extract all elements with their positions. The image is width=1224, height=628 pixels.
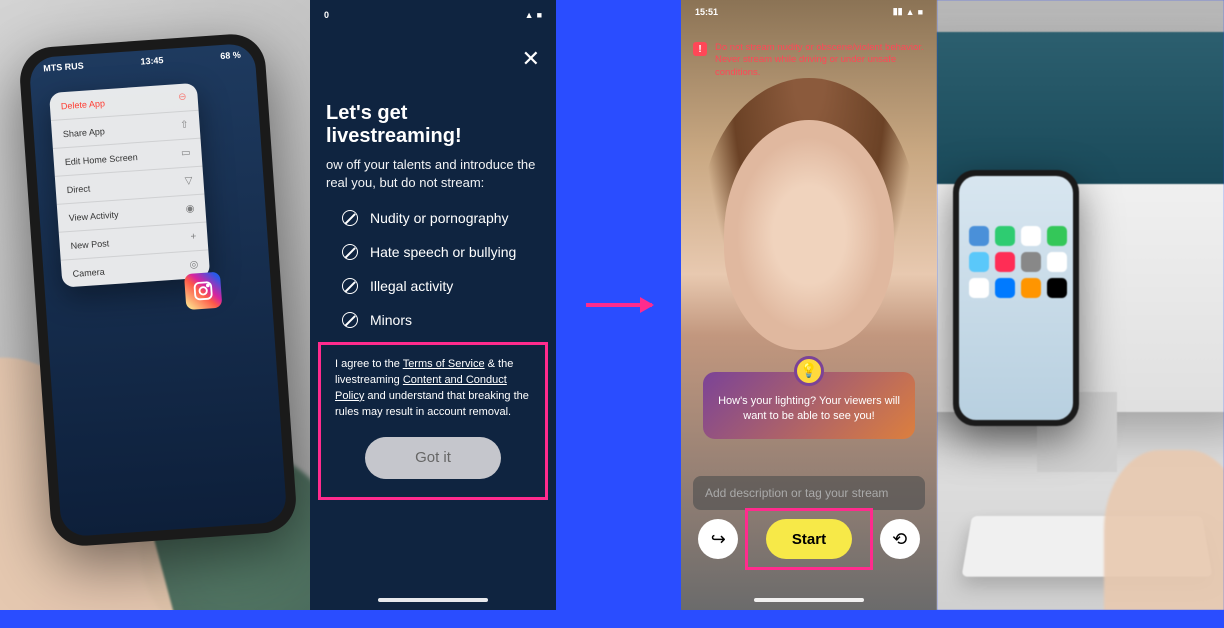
- agreement-highlight-box: I agree to the Terms of Service & the li…: [318, 342, 548, 500]
- arrow-connector: [556, 0, 681, 610]
- app-icon[interactable]: [1047, 252, 1067, 272]
- panel-phone-context-menu: MTS RUS 13:45 68 % Delete App⊖ Share App…: [0, 0, 310, 610]
- close-button[interactable]: ✕: [522, 46, 540, 72]
- camera-icon: ◎: [189, 259, 198, 271]
- page-subtitle: ow off your talents and introduce the re…: [326, 156, 540, 192]
- status-bar: 15:51 ▮▮▲■: [681, 0, 937, 23]
- flip-camera-icon: ⟲: [892, 529, 907, 550]
- share-arrow-icon: ↪: [711, 529, 726, 550]
- app-icon[interactable]: [995, 226, 1015, 246]
- share-icon: ⇧: [180, 119, 189, 131]
- wifi-icon: ▲: [525, 10, 534, 20]
- lightbulb-icon: 💡: [794, 356, 824, 386]
- app-icon[interactable]: [1021, 278, 1041, 298]
- page-title: Let's get livestreaming!: [326, 102, 540, 148]
- start-stream-button[interactable]: Start: [766, 519, 852, 559]
- app-icon[interactable]: [1021, 252, 1041, 272]
- agreement-text: I agree to the Terms of Service & the li…: [335, 357, 531, 421]
- home-screen-apps: [969, 226, 1063, 298]
- flip-camera-button[interactable]: ⟲: [880, 519, 920, 559]
- app-icon[interactable]: [969, 226, 989, 246]
- prohibit-icon: [342, 244, 358, 260]
- send-icon: ▽: [184, 175, 192, 187]
- phone-device: [953, 170, 1079, 426]
- battery-label: 68 %: [220, 50, 241, 61]
- rules-list: Nudity or pornography Hate speech or bul…: [326, 210, 540, 328]
- safety-warning-banner: ! Do not stream nudity or obscene/violen…: [693, 42, 925, 79]
- carrier-label: MTS RUS: [43, 61, 84, 74]
- home-indicator[interactable]: [754, 598, 864, 602]
- rule-item: Hate speech or bullying: [342, 244, 540, 260]
- rule-item: Minors: [342, 312, 540, 328]
- clock-label: 13:45: [140, 55, 164, 67]
- battery-icon: ■: [537, 10, 542, 20]
- hand: [1104, 450, 1224, 610]
- app-icon[interactable]: [1021, 226, 1041, 246]
- rule-item: Nudity or pornography: [342, 210, 540, 226]
- delete-icon: ⊖: [178, 92, 187, 104]
- terms-of-service-link[interactable]: Terms of Service: [403, 358, 485, 370]
- panel-livestream-terms: 0 ▲■ ✕ Let's get livestreaming! ow off y…: [310, 0, 556, 610]
- got-it-button[interactable]: Got it: [365, 437, 501, 479]
- apps-icon: ▭: [181, 147, 191, 159]
- prohibit-icon: [342, 278, 358, 294]
- app-icon[interactable]: [969, 252, 989, 272]
- clock-label: 0: [324, 10, 329, 20]
- signal-icon: ▮▮: [893, 6, 903, 17]
- instagram-app-icon[interactable]: [184, 272, 222, 310]
- app-icon[interactable]: [1047, 278, 1067, 298]
- clock-label: 15:51: [695, 7, 718, 17]
- stream-description-input[interactable]: Add description or tag your stream: [693, 476, 925, 510]
- app-icon[interactable]: [969, 278, 989, 298]
- wifi-icon: ▲: [906, 7, 915, 17]
- app-icon[interactable]: [995, 278, 1015, 298]
- app-icon[interactable]: [995, 252, 1015, 272]
- prohibit-icon: [342, 312, 358, 328]
- alert-icon: !: [693, 42, 707, 56]
- share-button[interactable]: ↪: [698, 519, 738, 559]
- plus-icon: +: [190, 231, 197, 242]
- arrow-right-icon: [586, 303, 652, 307]
- activity-icon: ◉: [185, 203, 194, 215]
- lighting-tip-card: 💡 How's your lighting? Your viewers will…: [703, 372, 915, 439]
- phone-device: MTS RUS 13:45 68 % Delete App⊖ Share App…: [18, 32, 298, 548]
- app-icon[interactable]: [1047, 226, 1067, 246]
- home-indicator[interactable]: [378, 598, 488, 602]
- status-bar: 0 ▲■: [310, 0, 556, 26]
- prohibit-icon: [342, 210, 358, 226]
- panel-stream-preview: 15:51 ▮▮▲■ ! Do not stream nudity or obs…: [681, 0, 937, 610]
- panel-desktop-phone: [937, 0, 1224, 610]
- battery-icon: ■: [918, 7, 923, 17]
- start-highlight-box: Start: [745, 508, 873, 570]
- status-bar: MTS RUS 13:45 68 %: [29, 43, 256, 81]
- rule-item: Illegal activity: [342, 278, 540, 294]
- app-context-menu: Delete App⊖ Share App⇧ Edit Home Screen▭…: [49, 83, 210, 288]
